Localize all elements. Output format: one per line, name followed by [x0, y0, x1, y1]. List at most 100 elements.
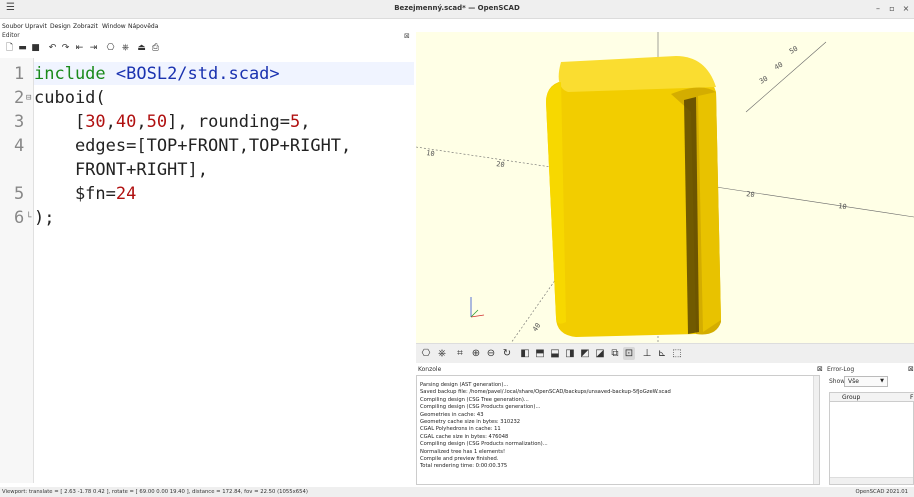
console-line: Geometry cache size in bytes: 310232	[420, 419, 521, 425]
console-output[interactable]: Parsing design (AST generation)... Saved …	[416, 375, 820, 485]
indent-icon[interactable]: ⇥	[88, 43, 99, 54]
close-icon[interactable]: ×	[900, 4, 912, 13]
line-number: 1	[14, 64, 25, 84]
console-line: Compiling design (CSG Products generatio…	[420, 404, 541, 411]
title-bar: ☰ Bezejmenný.scad* — OpenSCAD – ▫ ×	[0, 0, 914, 19]
new-file-icon[interactable]: 🗋	[4, 43, 15, 54]
perspective-icon[interactable]: ⧉	[609, 347, 621, 360]
zoom-in-icon[interactable]: ⊕	[470, 347, 482, 360]
code-token: 50	[146, 112, 168, 132]
axis-gizmo	[470, 297, 485, 318]
error-log-title: Error-Log	[827, 366, 855, 373]
error-log-filter-value: Vše	[848, 378, 859, 385]
code-line[interactable]: 5 $fn=24	[0, 182, 414, 206]
open-file-icon[interactable]: ▬	[17, 43, 28, 54]
render-icon[interactable]: ⎈	[120, 43, 131, 54]
code-text: FRONT+RIGHT],	[34, 158, 208, 182]
chevron-down-icon: ▼	[880, 378, 884, 384]
viewport-canvas[interactable]: 50 40 30 20 10 10 20 30 50 40	[415, 32, 914, 344]
console-line: Saved backup file: /home/pavel/.local/sh…	[420, 389, 671, 396]
menu-upravit[interactable]: Upravit	[25, 23, 47, 30]
code-editor[interactable]: 1 include <BOSL2/std.scad> 2 ⊟ cuboid(3 [30,…	[0, 58, 414, 483]
code-line[interactable]: 3 [30,40,50], rounding=5,	[0, 110, 414, 134]
console-line: Compile and preview finished.	[420, 456, 499, 462]
column-file[interactable]: F	[910, 394, 913, 401]
console-scrollbar[interactable]	[813, 376, 819, 484]
code-token: 30	[85, 112, 106, 132]
view-left-icon[interactable]: ◨	[564, 347, 576, 360]
zoom-out-icon[interactable]: ⊖	[485, 347, 497, 360]
minimize-icon[interactable]: –	[872, 4, 884, 13]
unindent-icon[interactable]: ⇤	[74, 43, 85, 54]
console-line: CGAL Polyhedrons in cache: 11	[420, 426, 501, 433]
view-bottom-icon[interactable]: ⬓	[549, 347, 561, 360]
error-log-close-icon[interactable]: ⊠	[908, 365, 914, 373]
maximize-icon[interactable]: ▫	[886, 4, 898, 13]
preview-icon[interactable]: ⎔	[105, 43, 116, 54]
view-right-icon[interactable]: ◧	[519, 347, 531, 360]
window-title: Bezejmenný.scad* — OpenSCAD	[394, 4, 520, 12]
menu-window[interactable]: Window	[102, 23, 126, 30]
cuboid-top-face	[558, 56, 716, 92]
code-text: $fn=24	[34, 182, 136, 206]
console-close-icon[interactable]: ⊠	[817, 365, 823, 373]
menu-soubor[interactable]: Soubor	[2, 23, 23, 30]
editor-close-icon[interactable]: ⊠	[404, 32, 410, 40]
fold-marker-icon[interactable]: └	[26, 206, 31, 230]
status-bar: Viewport: translate = [ 2.63 -1.78 0.42 …	[0, 487, 914, 497]
show-edges-icon[interactable]: ⬚	[671, 347, 683, 360]
line-number: 5	[14, 184, 25, 204]
orthogonal-icon[interactable]: ⊡	[623, 347, 635, 360]
viewport-status-text: Viewport: translate = [ 2.63 -1.78 0.42 …	[2, 489, 308, 495]
error-log-header: Error-Log ⊠	[826, 364, 914, 374]
console-line: CGAL cache size in bytes: 476048	[420, 433, 509, 440]
view-top-icon[interactable]: ⬒	[534, 347, 546, 360]
menu-zobrazit[interactable]: Zobrazit	[73, 23, 98, 30]
show-scale-icon[interactable]: ⊾	[656, 347, 668, 360]
error-log-hscrollbar[interactable]	[830, 477, 913, 484]
axis-label: 10	[838, 202, 847, 211]
console-line: Parsing design (AST generation)...	[420, 382, 509, 388]
save-icon[interactable]: ■	[30, 43, 41, 54]
error-log-filter-select[interactable]: Vše ▼	[844, 376, 888, 387]
code-line[interactable]: 1 include <BOSL2/std.scad>	[0, 62, 414, 86]
show-axes-icon[interactable]: ⊥	[641, 347, 653, 360]
reset-view-icon[interactable]: ↻	[501, 347, 513, 360]
menu-napoveda[interactable]: Nápověda	[128, 23, 158, 30]
preview-icon[interactable]: ⎔	[420, 347, 432, 360]
axis-label: 10	[426, 149, 435, 158]
code-token: ,	[136, 112, 147, 132]
undo-icon[interactable]: ↶	[47, 43, 58, 54]
code-token: ,	[105, 112, 116, 132]
export-stl-icon[interactable]: ⏏	[136, 43, 147, 54]
view-front-icon[interactable]: ◩	[579, 347, 591, 360]
code-line[interactable]: 6 └);	[0, 206, 414, 230]
axis-label: 20	[496, 160, 505, 169]
console-header: Konzole ⊠	[416, 364, 824, 374]
view-back-icon[interactable]: ◪	[594, 347, 606, 360]
error-log-table[interactable]: Group F	[829, 392, 914, 485]
code-token: );	[34, 208, 55, 228]
x-axis-negative-line	[415, 146, 552, 168]
redo-icon[interactable]: ↷	[60, 43, 71, 54]
column-group[interactable]: Group	[842, 394, 860, 401]
openscad-window: ☰ Bezejmenný.scad* — OpenSCAD – ▫ × Soub…	[0, 0, 914, 497]
editor-panel-title: Editor	[2, 32, 20, 39]
code-text: [30,40,50], rounding=5,	[34, 110, 311, 134]
axis-label: 30	[758, 75, 769, 86]
render-icon[interactable]: ⎈	[436, 347, 448, 360]
3d-viewport[interactable]: 50 40 30 20 10 10 20 30 50 40	[415, 32, 914, 344]
line-number: 4	[14, 136, 25, 156]
code-token: FRONT+RIGHT],	[34, 160, 208, 180]
code-text: edges=[TOP+FRONT,TOP+RIGHT,	[34, 134, 351, 158]
fold-marker-icon[interactable]: ⊟	[26, 86, 31, 110]
menu-bar: Soubor Upravit Design Zobrazit Window Ná…	[0, 21, 914, 31]
code-line[interactable]: 4 edges=[TOP+FRONT,TOP+RIGHT,	[0, 134, 414, 158]
code-line[interactable]: FRONT+RIGHT],	[0, 158, 414, 182]
view-all-icon[interactable]: ⌗	[454, 347, 466, 360]
code-line[interactable]: 2 ⊟ cuboid(	[0, 86, 414, 110]
menu-design[interactable]: Design	[50, 23, 71, 30]
viewport-toolbar: ⎔ ⎈ ⌗ ⊕ ⊖ ↻ ◧ ⬒ ⬓ ◨ ◩ ◪ ⧉ ⊡ ⊥ ⊾ ⬚	[416, 343, 914, 363]
axis-label: 40	[531, 322, 542, 334]
send-to-print-icon[interactable]: ⎙	[150, 43, 161, 54]
